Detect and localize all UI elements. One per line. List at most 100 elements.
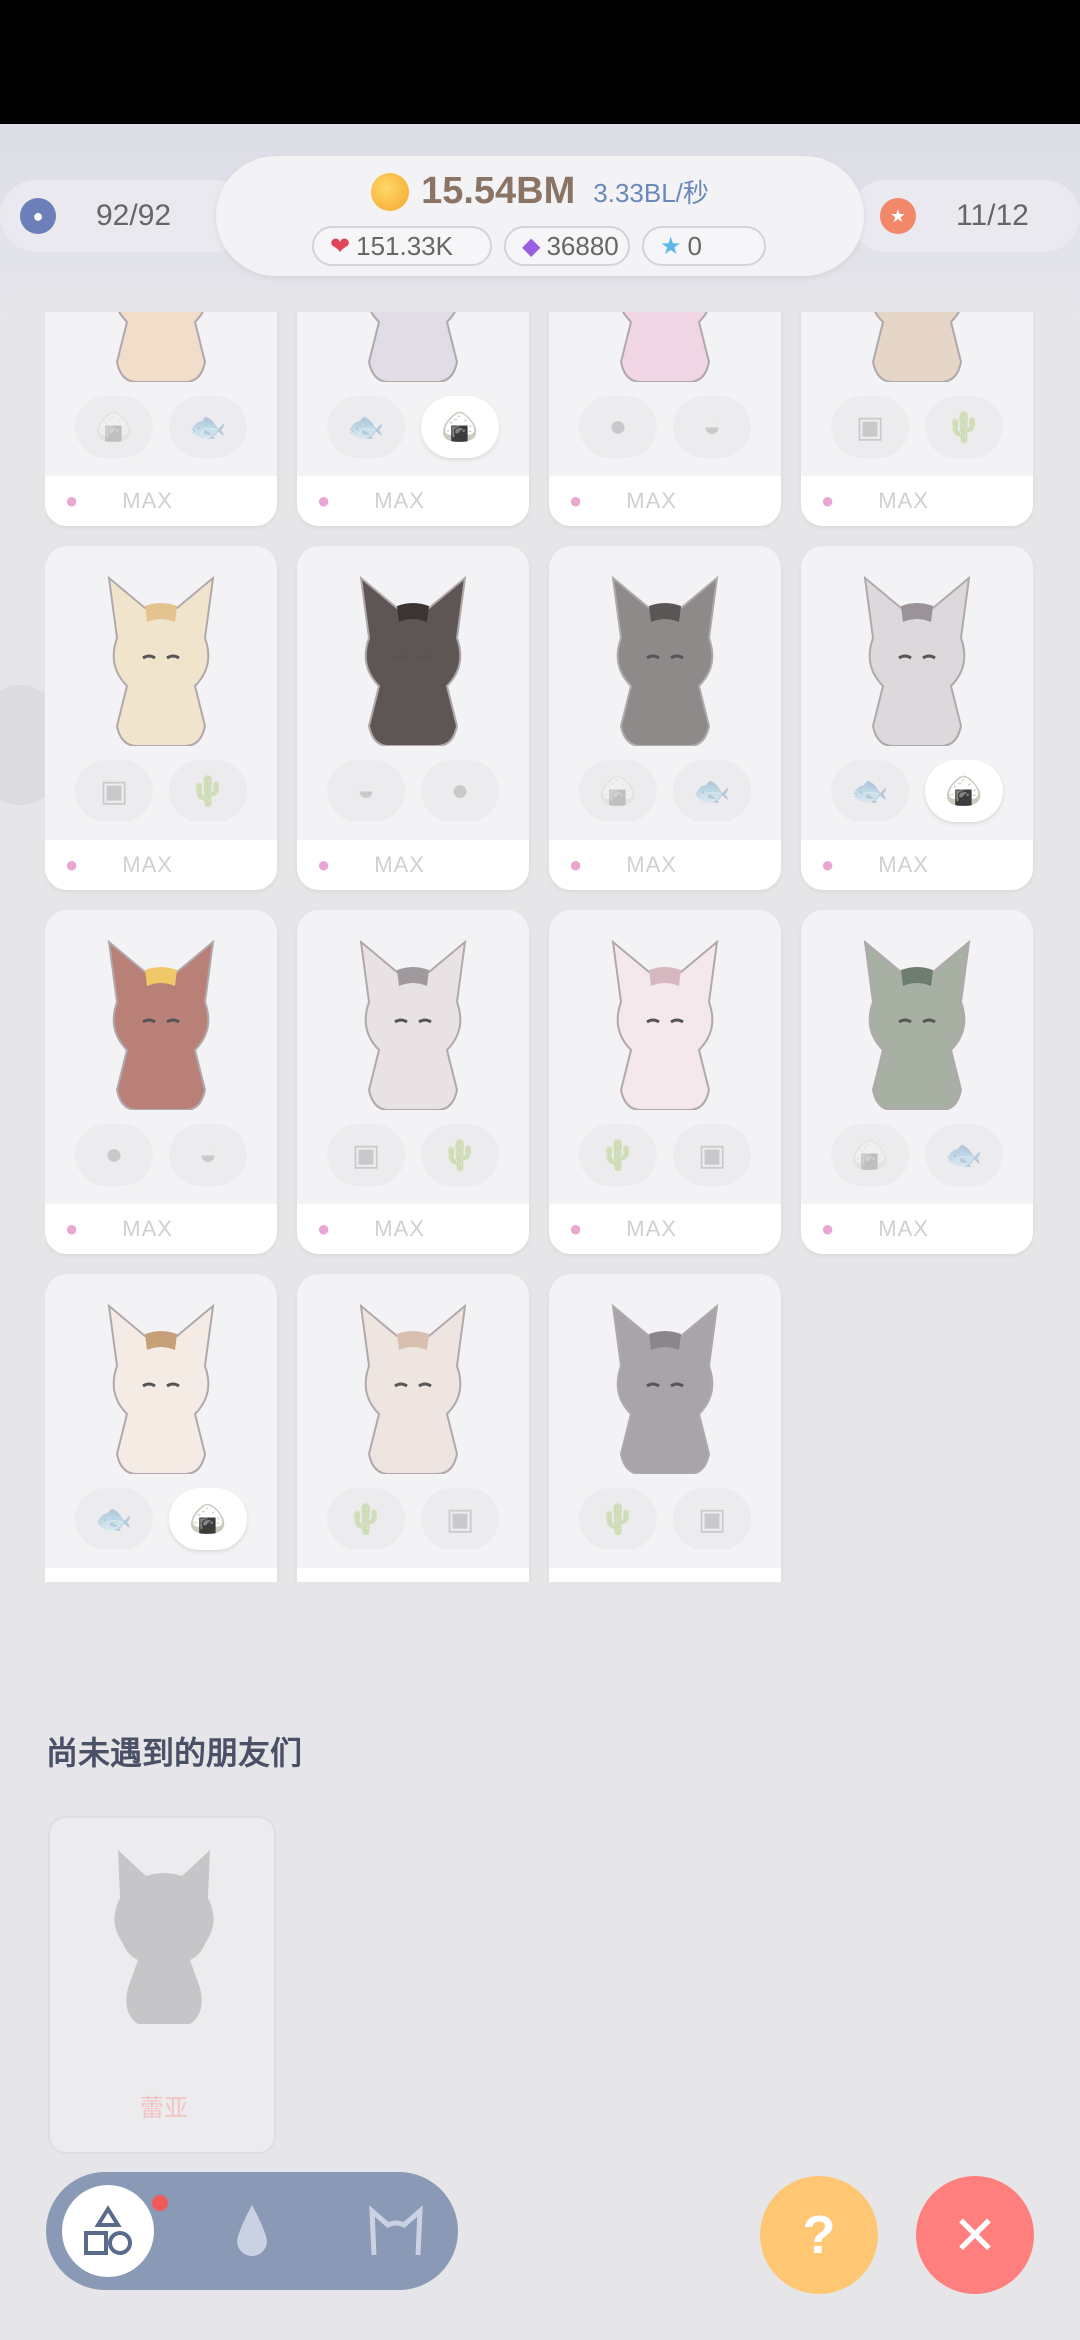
coin-rate: 3.33BL/秒 [593,178,709,208]
cactus-slot[interactable]: 🌵 [169,760,247,822]
box-slot[interactable]: ▣ [673,1488,751,1550]
drop-icon: ● [569,852,583,877]
bowl-slot[interactable]: ◒ [327,760,405,822]
cat-card[interactable]: 🍙 🐟 ● MAX [45,312,277,526]
drop-icon [237,2205,267,2256]
cactus-icon: 🌵 [945,410,983,444]
level-label: MAX [626,852,677,877]
onigiri-slot[interactable]: 🍙 [579,760,657,822]
cactus-slot[interactable]: 🌵 [327,1488,405,1550]
fish-icon: 🐟 [95,1502,133,1536]
card-footer: ● MAX [801,1204,1033,1254]
cat-card[interactable]: ▣ 🌵 ● MAX [45,546,277,890]
drop-icon: ● [569,1216,583,1241]
drop-icon: ● [569,1580,582,1582]
cat-grid: 🍙 🐟 ● MAX 🐟 🍙 ● MAX ● ◒ ● MAX ▣ 🌵 ● MAX ▣ 🌵 ● MAX ◒ ● ● MAX 🍙 🐟 ● M… [45,312,1035,1582]
box-slot[interactable]: ▣ [831,396,909,458]
onigiri-slot[interactable]: 🍙 [169,1488,247,1550]
cactus-slot[interactable]: 🌵 [925,396,1003,458]
drop-icon: ● [317,1216,331,1241]
cat-card[interactable]: ▣ 🌵 ● MAX [297,910,529,1254]
box-slot[interactable]: ▣ [421,1488,499,1550]
help-button[interactable]: ? [760,2176,878,2294]
cat-card[interactable]: 🌵 ▣ ● MAX [549,910,781,1254]
drop-icon: ● [317,488,331,513]
level-label: MAX [878,1216,929,1241]
cat-capacity-icon: ● [20,198,56,234]
drop-icon: ● [65,1216,79,1241]
close-button[interactable]: ✕ [916,2176,1034,2294]
hearts-chip[interactable]: ❤ 151.33K [312,226,492,266]
nav-shapes-button[interactable] [62,2185,168,2277]
box-icon: ▣ [855,410,885,444]
unmet-cat-card[interactable]: 蕾亚 [48,1816,276,2154]
stars-chip[interactable]: ★ 0 [642,226,766,266]
bowl-slot[interactable]: ◒ [673,396,751,458]
onigiri-icon: 🍙 [189,1502,227,1536]
box-icon: ▣ [99,774,129,808]
box-slot[interactable]: ▣ [327,1124,405,1186]
card-footer: ● MAX [45,1568,277,1582]
cat-portrait-icon [107,1303,215,1474]
level-label: MAX [122,488,173,513]
cat-card[interactable]: 🐟 🍙 ● MAX [801,546,1033,890]
cat-portrait-icon [115,312,207,382]
box-slot[interactable]: ▣ [75,760,153,822]
cat-card[interactable]: 🌵 ▣ ● MAX [297,1274,529,1582]
cat-silhouette-icon [114,1850,214,2024]
drop-icon: ● [65,488,79,513]
shapes-icon [84,2205,132,2255]
box-slot[interactable]: ▣ [673,1124,751,1186]
card-footer: ● MAX [45,840,277,890]
currency-panel: 15.54BM 3.33BL/秒 ❤ 151.33K ◆ 36880 ★ 0 [216,156,864,276]
unmet-cat-name: 蕾亚 [140,2095,188,2122]
cat-portrait-icon [359,1303,467,1474]
bottom-nav [46,2172,458,2290]
bowl-slot[interactable]: ◒ [169,1124,247,1186]
cat-card[interactable]: ▣ 🌵 ● MAX [801,312,1033,526]
yarn-ball-slot[interactable]: ● [75,1124,153,1186]
fish-slot[interactable]: 🐟 [673,760,751,822]
cat-card[interactable]: ● ◒ ● MAX [45,910,277,1254]
notification-dot [152,2195,168,2211]
cat-card[interactable]: 🌵 ▣ ● MAX [549,1274,781,1582]
fish-slot[interactable]: 🐟 [925,1124,1003,1186]
cat-card[interactable]: 🐟 🍙 ● MAX [45,1274,277,1582]
star-badge-icon: ★ [880,198,916,234]
nav-drop-button[interactable] [206,2185,298,2277]
fish-icon: 🐟 [945,1138,983,1172]
fish-slot[interactable]: 🐟 [169,396,247,458]
nav-cat-button[interactable] [350,2185,442,2277]
onigiri-slot[interactable]: 🍙 [925,760,1003,822]
cat-card[interactable]: ● ◒ ● MAX [549,312,781,526]
cat-card[interactable]: 🐟 🍙 ● MAX [297,312,529,526]
onigiri-slot[interactable]: 🍙 [831,1124,909,1186]
card-footer: ● MAX [549,840,781,890]
onigiri-slot[interactable]: 🍙 [75,396,153,458]
level-label: MAX [122,1216,173,1241]
cat-card[interactable]: ◒ ● ● MAX [297,546,529,890]
bowl-icon: ◒ [356,774,376,807]
yarn-ball-slot[interactable]: ● [421,760,499,822]
cactus-slot[interactable]: 🌵 [579,1124,657,1186]
drop-icon: ● [317,1580,330,1582]
cat-portrait-icon [863,575,971,746]
level-label: MAX [626,1580,677,1582]
card-footer: ● MAX [297,1204,529,1254]
drop-icon: ● [317,852,331,877]
fish-icon: 🐟 [347,410,385,444]
onigiri-icon: 🍙 [945,774,983,808]
yarn-ball-slot[interactable]: ● [579,396,657,458]
gems-chip[interactable]: ◆ 36880 [504,226,630,266]
level-label: MAX [374,852,425,877]
fish-slot[interactable]: 🐟 [327,396,405,458]
cat-card[interactable]: 🍙 🐟 ● MAX [801,910,1033,1254]
cactus-slot[interactable]: 🌵 [579,1488,657,1550]
fish-slot[interactable]: 🐟 [75,1488,153,1550]
cat-card[interactable]: 🍙 🐟 ● MAX [549,546,781,890]
star-progress-pill: ★ 11/12 [850,180,1080,252]
cactus-slot[interactable]: 🌵 [421,1124,499,1186]
cactus-icon: 🌵 [599,1502,637,1536]
fish-slot[interactable]: 🐟 [831,760,909,822]
onigiri-slot[interactable]: 🍙 [421,396,499,458]
